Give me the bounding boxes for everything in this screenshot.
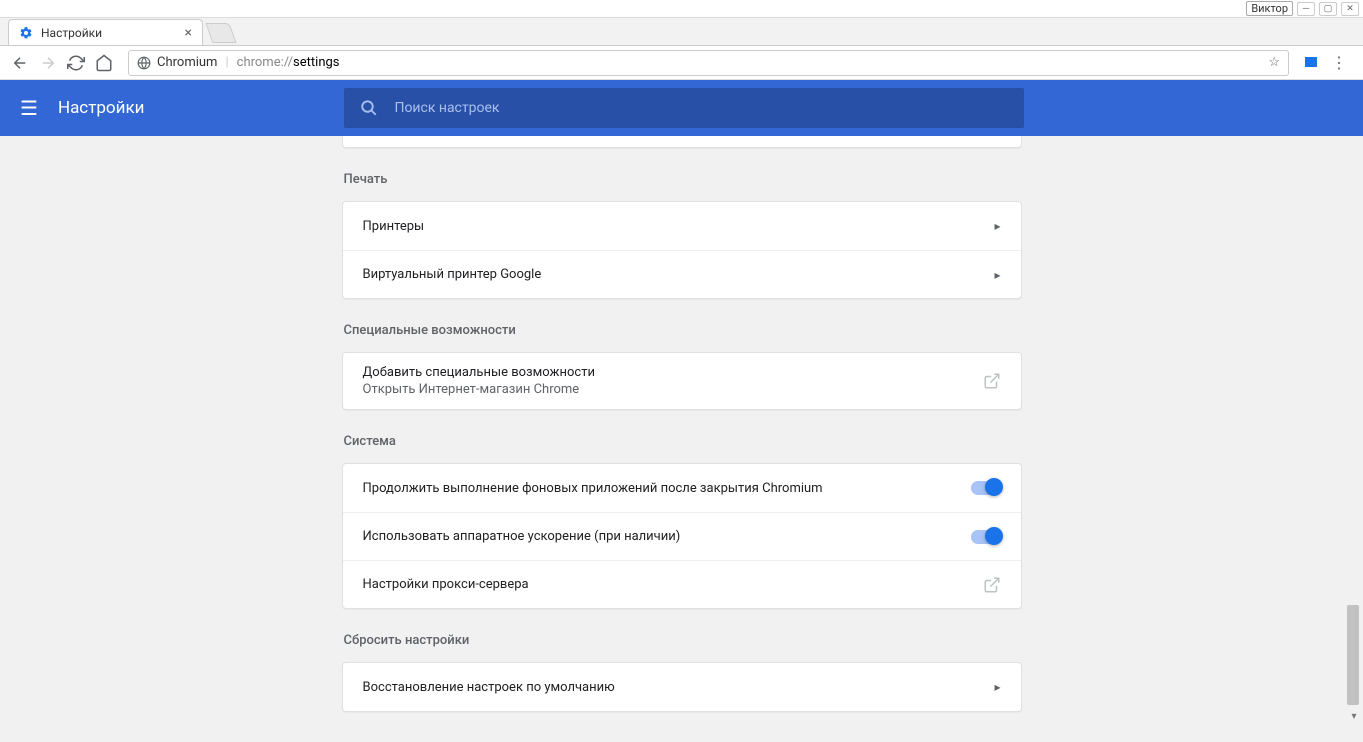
- row-label: Виртуальный принтер Google: [363, 267, 995, 282]
- row-label: Использовать аппаратное ускорение (при н…: [363, 529, 971, 544]
- scrollbar-track[interactable]: [1347, 137, 1361, 725]
- previous-card-fragment: [342, 136, 1022, 148]
- settings-content: Печать Принтеры ▸ Виртуальный принтер Go…: [0, 136, 1363, 742]
- section-header-print: Печать: [342, 152, 1022, 201]
- section-header-accessibility: Специальные возможности: [342, 303, 1022, 352]
- accessibility-card: Добавить специальные возможности Открыть…: [342, 352, 1022, 410]
- cloud-print-row[interactable]: Виртуальный принтер Google ▸: [343, 250, 1021, 298]
- background-apps-row[interactable]: Продолжить выполнение фоновых приложений…: [343, 464, 1021, 512]
- chevron-right-icon: ▸: [994, 680, 1000, 694]
- add-accessibility-row[interactable]: Добавить специальные возможности Открыть…: [343, 353, 1021, 409]
- settings-header: ☰ Настройки: [0, 80, 1363, 136]
- row-label: Настройки прокси-сервера: [363, 577, 983, 592]
- reload-button[interactable]: [66, 53, 86, 73]
- browser-toolbar: Chromium | chrome://settings ☆ ⋮: [0, 46, 1363, 80]
- browser-menu-button[interactable]: ⋮: [1329, 53, 1349, 72]
- row-sublabel: Открыть Интернет-магазин Chrome: [363, 382, 983, 397]
- extension-icon[interactable]: [1303, 55, 1319, 71]
- print-card: Принтеры ▸ Виртуальный принтер Google ▸: [342, 201, 1022, 299]
- url-scheme: chrome://: [237, 55, 293, 70]
- proxy-settings-row[interactable]: Настройки прокси-сервера: [343, 560, 1021, 608]
- browser-tab-settings[interactable]: Настройки ×: [8, 19, 203, 45]
- row-label: Принтеры: [363, 219, 995, 234]
- tab-close-button[interactable]: ×: [185, 25, 192, 41]
- section-header-reset: Сбросить настройки: [342, 613, 1022, 662]
- row-label: Добавить специальные возможности: [363, 365, 983, 380]
- window-titlebar: Виктор ─ ▢ ✕: [0, 0, 1363, 18]
- home-button[interactable]: [94, 53, 114, 73]
- site-info-icon[interactable]: [137, 56, 151, 70]
- background-apps-toggle[interactable]: [971, 481, 1001, 495]
- hamburger-menu-icon[interactable]: ☰: [20, 96, 38, 120]
- new-tab-button[interactable]: [205, 23, 236, 43]
- bookmark-star-icon[interactable]: ☆: [1268, 55, 1280, 70]
- window-close-button[interactable]: ✕: [1341, 2, 1359, 16]
- external-link-icon: [983, 372, 1001, 390]
- restore-defaults-row[interactable]: Восстановление настроек по умолчанию ▸: [343, 663, 1021, 711]
- site-name: Chromium: [157, 55, 217, 70]
- row-label: Продолжить выполнение фоновых приложений…: [363, 481, 971, 496]
- section-header-system: Система: [342, 414, 1022, 463]
- scrollbar-thumb[interactable]: [1347, 605, 1359, 705]
- system-card: Продолжить выполнение фоновых приложений…: [342, 463, 1022, 609]
- tab-strip: Настройки ×: [0, 18, 1363, 46]
- printers-row[interactable]: Принтеры ▸: [343, 202, 1021, 250]
- settings-search-box[interactable]: [344, 88, 1024, 128]
- hardware-accel-row[interactable]: Использовать аппаратное ускорение (при н…: [343, 512, 1021, 560]
- window-minimize-button[interactable]: ─: [1297, 2, 1315, 16]
- page-title: Настройки: [58, 98, 145, 118]
- hardware-accel-toggle[interactable]: [971, 530, 1001, 544]
- row-label: Восстановление настроек по умолчанию: [363, 680, 995, 695]
- address-bar[interactable]: Chromium | chrome://settings ☆: [128, 50, 1289, 76]
- forward-button[interactable]: [38, 53, 58, 73]
- search-icon: [360, 99, 378, 117]
- external-link-icon: [983, 576, 1001, 594]
- omnibox-divider: |: [225, 55, 228, 70]
- search-input[interactable]: [394, 100, 1008, 116]
- reset-card: Восстановление настроек по умолчанию ▸: [342, 662, 1022, 712]
- scroll-down-arrow-icon[interactable]: ▾: [1348, 711, 1360, 722]
- window-maximize-button[interactable]: ▢: [1319, 2, 1337, 16]
- chevron-right-icon: ▸: [994, 268, 1000, 282]
- user-profile-label[interactable]: Виктор: [1246, 1, 1293, 16]
- tab-title: Настройки: [41, 26, 102, 40]
- gear-icon: [19, 26, 33, 40]
- chevron-right-icon: ▸: [994, 219, 1000, 233]
- back-button[interactable]: [10, 53, 30, 73]
- url-path: settings: [293, 55, 339, 70]
